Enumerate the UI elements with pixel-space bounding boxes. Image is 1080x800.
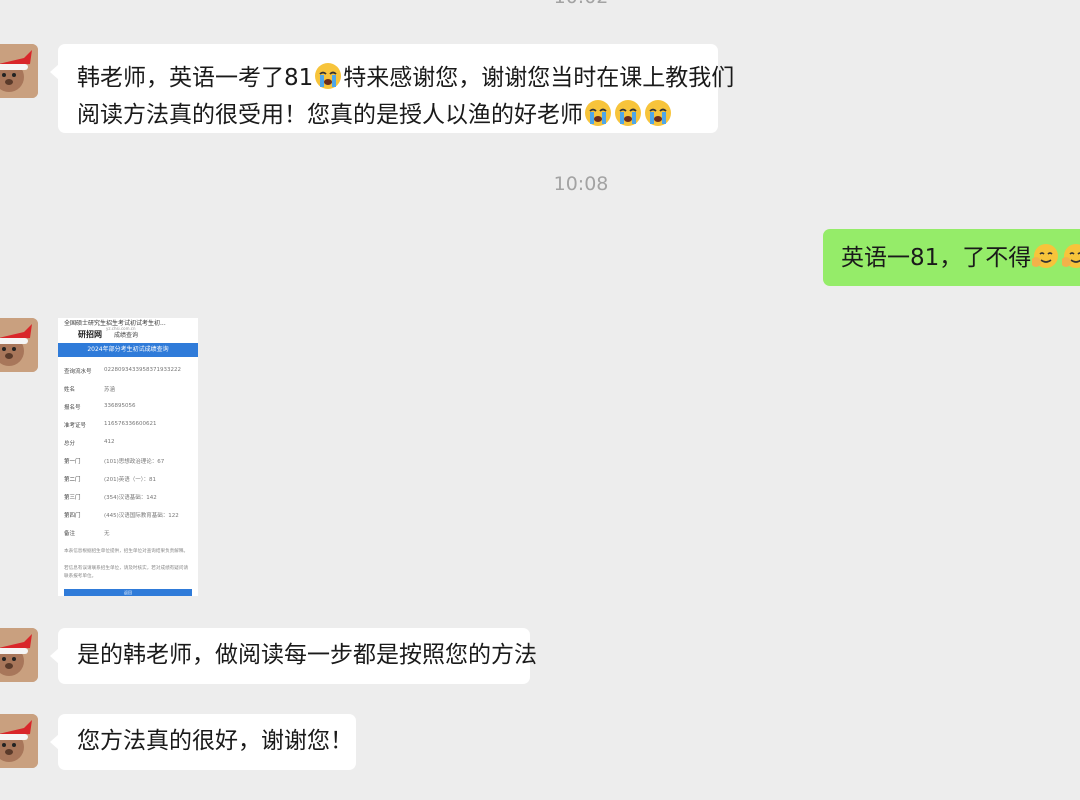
screenshot-return-button: 返回: [64, 589, 192, 596]
crying-emoji-icon: [645, 100, 671, 126]
avatar[interactable]: [0, 628, 38, 682]
avatar[interactable]: [0, 44, 38, 98]
message-text: 是的韩老师，做阅读每一步都是按照您的方法: [77, 642, 537, 668]
message-text: 您方法真的很好，谢谢您！: [77, 728, 353, 754]
avatar[interactable]: [0, 714, 38, 768]
bear-santa-avatar-icon: [0, 44, 38, 98]
screenshot-row: 第一门 (101)思想政治理论：67: [64, 459, 165, 465]
clap-emoji-icon: [1062, 244, 1080, 268]
message-text: 韩老师，英语一考了81: [77, 65, 314, 91]
message-line: 阅读方法真的很受用！您真的是授人以渔的好老师: [77, 97, 699, 134]
message-bubble[interactable]: 韩老师，英语一考了81 特来感谢您，谢谢您当时在课上教我们 阅读方法真的很受用！您…: [50, 44, 734, 134]
screenshot-row: 报名号 336895056: [64, 403, 136, 411]
message-text: 阅读方法真的很受用！您真的是授人以渔的好老师: [77, 102, 583, 128]
timestamp: 10:08: [553, 173, 609, 195]
bear-santa-avatar-icon: [0, 628, 38, 682]
screenshot-note: 若信息有误请联系招生单位，请及时核实，若对成绩有疑问请联系报考单位。: [64, 566, 189, 579]
score-screenshot-image[interactable]: 全国硕士研究生招生考试初试考生初... yz.chsi.com.cn 研招网 成…: [58, 318, 198, 596]
screenshot-row: 第二门 (201)英语（一）：81: [64, 477, 157, 483]
screenshot-row: 查询流水号 0228093433958371933222: [64, 367, 181, 375]
message-line: 韩老师，英语一考了81 特来感谢您，谢谢您当时在课上教我们: [77, 60, 734, 97]
screenshot-note: 本表信息根据招生单位提供，招生单位对查询结果负责解释。: [64, 549, 189, 554]
bear-santa-avatar-icon: [0, 714, 38, 768]
screenshot-row: 第三门 (354)汉语基础：142: [64, 495, 157, 501]
crying-emoji-icon: [585, 100, 611, 126]
screenshot-banner: 2024年部分考生初试成绩查询: [58, 343, 198, 357]
message-text: 特来感谢您，谢谢您当时在课上教我们: [343, 65, 735, 91]
screenshot-nav: 成绩查询: [114, 332, 139, 339]
clap-emoji-icon: [1032, 244, 1059, 268]
message-bubble-outgoing[interactable]: 英语一81，了不得: [823, 229, 1080, 286]
screenshot-row: 第四门 (445)汉语国际教育基础：122: [64, 513, 179, 519]
screenshot-row: 姓名 苏涵: [64, 387, 116, 393]
screenshot-row: 准考证号 116576336600621: [64, 421, 157, 429]
bear-santa-avatar-icon: [0, 318, 38, 372]
crying-emoji-icon: [315, 63, 342, 89]
avatar[interactable]: [0, 318, 38, 372]
screenshot-row: 备注无: [64, 531, 110, 537]
message-bubble[interactable]: 您方法真的很好，谢谢您！: [50, 714, 356, 770]
crying-emoji-icon: [615, 100, 641, 126]
timestamp: 10:02: [0, 0, 1080, 8]
screenshot-logo: 研招网: [78, 330, 102, 339]
screenshot-row: 总分 412: [64, 439, 115, 447]
message-text: 英语一81，了不得: [841, 245, 1032, 271]
message-bubble[interactable]: 是的韩老师，做阅读每一步都是按照您的方法: [50, 628, 537, 684]
